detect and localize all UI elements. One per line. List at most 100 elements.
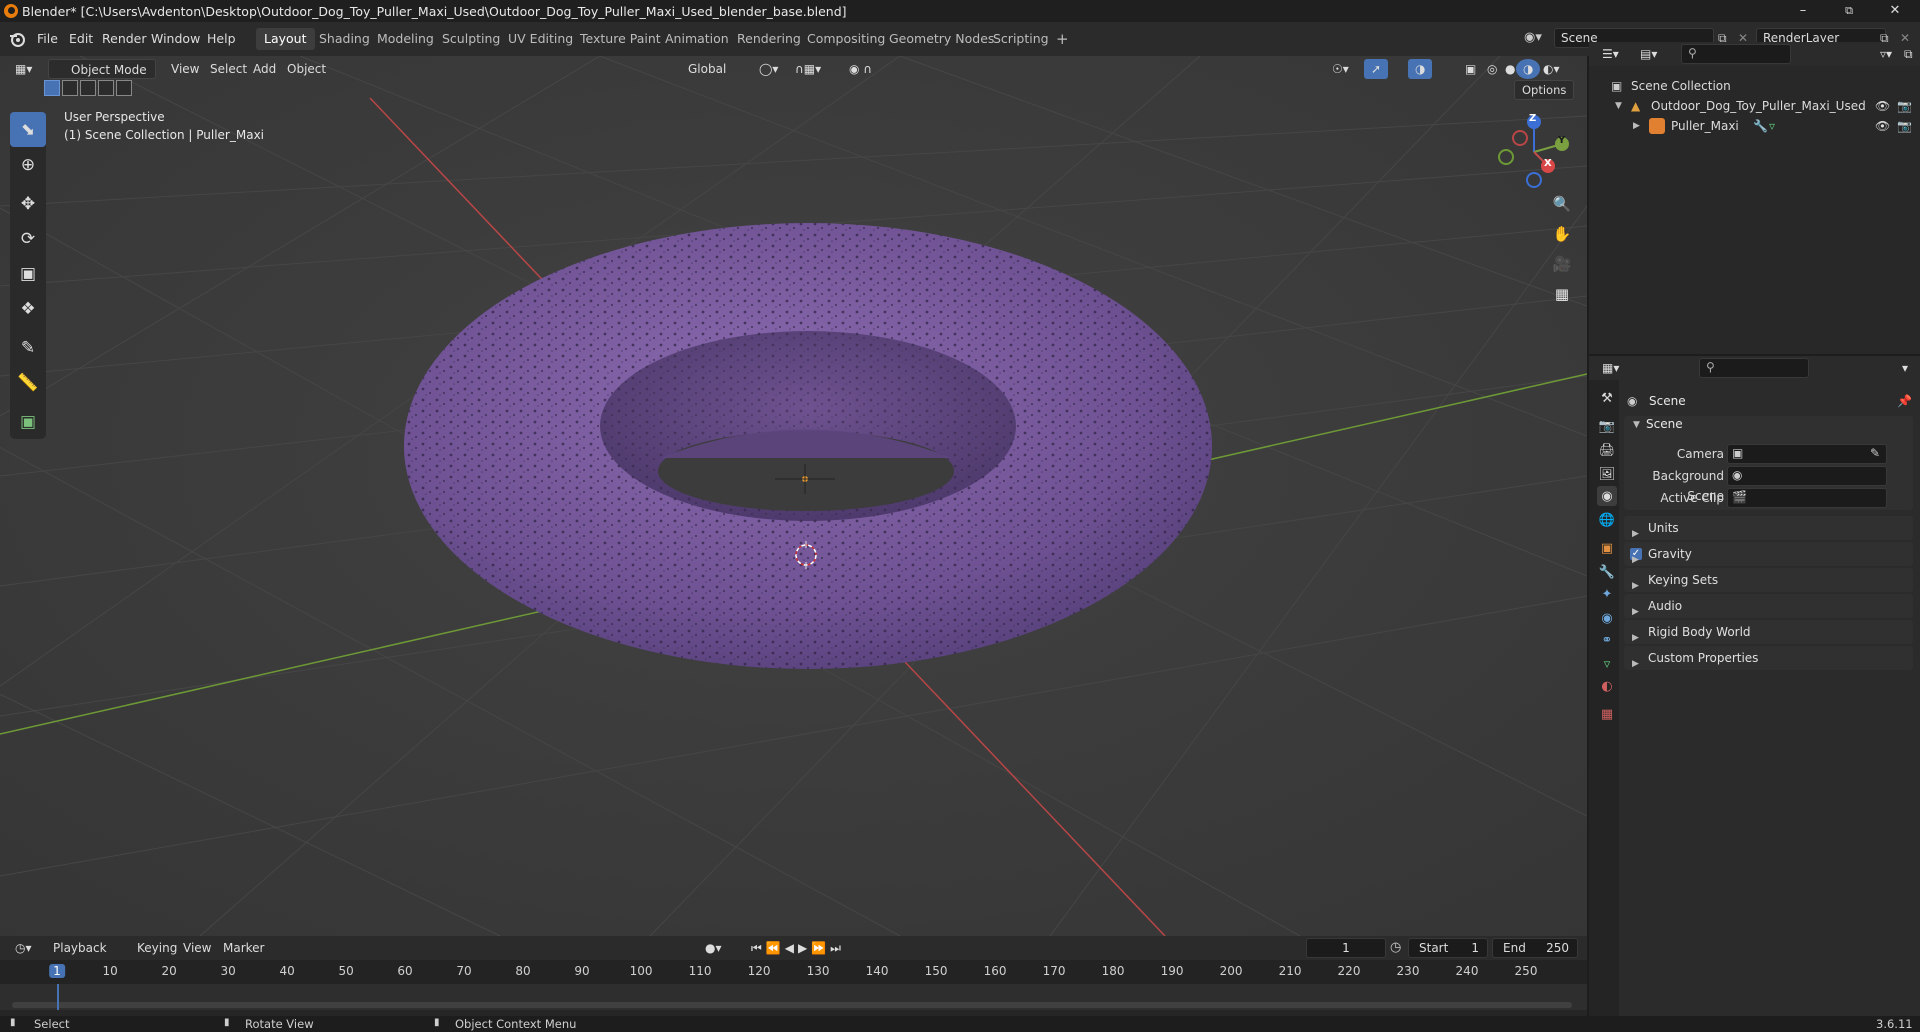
visibility-eye-icon[interactable]: 👁 (1875, 96, 1890, 116)
outliner-row-collection[interactable]: ▼ ▲ Outdoor_Dog_Toy_Puller_Maxi_Used 👁 📷 (1589, 96, 1920, 116)
options-dropdown[interactable]: Options (1514, 80, 1575, 100)
maximize-button[interactable]: ⧉ (1826, 0, 1872, 22)
select-new-icon[interactable] (44, 80, 60, 96)
tab-sculpting[interactable]: Sculpting (434, 28, 508, 50)
tab-animation[interactable]: Animation (657, 28, 737, 50)
modifier-tab-icon[interactable]: 🔧 (1597, 562, 1617, 582)
gizmo-toggle-icon[interactable]: ➚ (1364, 59, 1389, 79)
menu-view[interactable]: View (164, 59, 206, 79)
annotate-tool-icon[interactable]: ✎ (10, 330, 46, 365)
editor-type-icon[interactable]: ▦▾ (8, 59, 39, 79)
menu-marker[interactable]: Marker (216, 938, 271, 958)
transform-tool-icon[interactable]: ❖ (10, 291, 46, 326)
select-difference-icon[interactable] (116, 80, 132, 96)
expand-arrow-icon[interactable]: ▶ (1633, 116, 1640, 136)
gravity-panel[interactable]: ✓ Gravity (1624, 542, 1913, 566)
pin-icon[interactable]: 📌 (1897, 394, 1912, 408)
object-tab-icon[interactable]: ▣ (1597, 538, 1617, 558)
object-visibility-eye-icon[interactable]: 👁 (1875, 116, 1890, 136)
tab-scripting[interactable]: Scripting (985, 28, 1057, 50)
menu-object[interactable]: Object (280, 59, 333, 79)
close-button[interactable]: ✕ (1872, 0, 1918, 22)
playback-controls[interactable]: ⏮⏪◀▶⏩⏭ (744, 938, 852, 958)
units-panel[interactable]: Units (1624, 516, 1913, 540)
add-workspace-button[interactable]: + (1048, 28, 1077, 50)
scene-panel-arrow-icon[interactable]: ▼ (1633, 420, 1640, 430)
scale-tool-icon[interactable]: ▣ (10, 256, 46, 291)
tab-shading[interactable]: Shading (311, 28, 378, 50)
world-tab-icon[interactable]: 🌐 (1597, 510, 1617, 530)
output-tab-icon[interactable]: 🖨 (1597, 440, 1617, 460)
tab-layout[interactable]: Layout (256, 28, 315, 50)
keying-sets-panel[interactable]: Keying Sets (1624, 568, 1913, 592)
select-box-icon[interactable]: ⬊ (10, 112, 46, 147)
tab-compositing[interactable]: Compositing (799, 28, 893, 50)
move-tool-icon[interactable]: ✥ (10, 186, 46, 221)
tab-uv-editing[interactable]: UV Editing (500, 28, 581, 50)
view-layer-tab-icon[interactable]: 🖼 (1597, 464, 1617, 484)
snap-icon[interactable]: ∩▦▾ (788, 59, 828, 79)
end-frame-field[interactable]: End 250 (1492, 938, 1578, 958)
orientation-selector[interactable]: Global (668, 59, 733, 79)
properties-editor-type-icon[interactable]: ▦▾ (1595, 358, 1626, 378)
frame-ruler[interactable]: 1 10 20 30 40 50 60 70 80 90 100 110 120 130 140 150 160… (0, 960, 1587, 984)
modifier-wrench-icon[interactable]: 🔧 (1753, 116, 1768, 136)
rendered-shading-icon[interactable]: ◐▾ (1536, 59, 1567, 79)
record-icon[interactable]: ●▾ (698, 938, 729, 958)
camera-view-icon[interactable]: 🎥 (1548, 250, 1576, 278)
overlay-toggle-icon[interactable]: ◑ (1408, 59, 1433, 79)
frame-clock-icon[interactable]: ◷ (1390, 940, 1401, 955)
pivot-icon[interactable]: ◯▾ (752, 59, 785, 79)
eyedropper-icon[interactable]: ✎ (1870, 446, 1880, 460)
pan-hand-icon[interactable]: ✋ (1548, 220, 1576, 248)
properties-search-input[interactable]: ⚲ (1699, 358, 1809, 378)
menu-playback[interactable]: Playback (46, 938, 114, 958)
outliner-editor-type-icon[interactable]: ☰▾ (1595, 44, 1626, 64)
start-frame-field[interactable]: Start 1 (1408, 938, 1488, 958)
visibility-icon[interactable]: ☉▾ (1325, 59, 1356, 79)
proportional-edit-icon[interactable]: ◉ ∩ (842, 59, 879, 79)
select-extend-icon[interactable] (62, 80, 78, 96)
rigid-body-world-panel[interactable]: Rigid Body World (1624, 620, 1913, 644)
active-clip-field[interactable]: 🎬 (1727, 488, 1887, 508)
outliner-row-scene-collection[interactable]: ▣ Scene Collection (1589, 76, 1920, 96)
tab-texture-paint[interactable]: Texture Paint (572, 28, 669, 50)
scene-tab-icon[interactable]: ◉ (1597, 486, 1617, 506)
filter-icon[interactable]: ▿▾ (1873, 44, 1899, 64)
mesh-data-tab-icon[interactable]: ▿ (1597, 654, 1617, 674)
rotate-tool-icon[interactable]: ⟳ (10, 221, 46, 256)
timeline-scrollbar[interactable] (12, 1002, 1572, 1008)
tool-tab-icon[interactable]: ⚒ (1597, 388, 1617, 408)
particles-tab-icon[interactable]: ✦ (1597, 584, 1617, 604)
menu-timeline-view[interactable]: View (176, 938, 218, 958)
menu-add[interactable]: Add (246, 59, 283, 79)
outliner-row-object[interactable]: ▶ Puller_Maxi 🔧 ▿ 👁 📷 (1589, 116, 1920, 136)
zoom-icon[interactable]: 🔍 (1548, 190, 1576, 218)
scene-panel-title[interactable]: Scene (1646, 417, 1683, 431)
torus-object[interactable] (404, 223, 1212, 669)
3d-viewport[interactable]: Z Y X ▦▾ Object Mode View Select Add Obj… (0, 56, 1587, 936)
material-tab-icon[interactable]: ◐ (1597, 676, 1617, 696)
current-frame-field[interactable]: 1 (1306, 938, 1386, 958)
properties-options-icon[interactable]: ▾ (1895, 358, 1915, 378)
add-cube-tool-icon[interactable]: ▣ (10, 404, 46, 439)
object-render-camera-icon[interactable]: 📷 (1897, 116, 1912, 136)
texture-tab-icon[interactable]: ▦ (1597, 704, 1617, 724)
blender-menu-icon[interactable] (8, 30, 26, 48)
select-intersect-icon[interactable] (98, 80, 114, 96)
render-tab-icon[interactable]: 📷 (1597, 416, 1617, 436)
mode-selector[interactable]: Object Mode (48, 59, 156, 79)
background-scene-field[interactable]: ◉ (1727, 466, 1887, 486)
tab-modeling[interactable]: Modeling (369, 28, 442, 50)
constraints-tab-icon[interactable]: ⚭ (1597, 630, 1617, 650)
mesh-data-icon[interactable]: ▿ (1769, 116, 1775, 136)
tab-rendering[interactable]: Rendering (729, 28, 809, 50)
cursor-tool-icon[interactable]: ⊕ (10, 147, 46, 182)
measure-tool-icon[interactable]: 📏 (10, 365, 46, 400)
render-camera-icon[interactable]: 📷 (1897, 96, 1912, 116)
collapse-arrow-icon[interactable]: ▼ (1615, 96, 1622, 116)
menu-window[interactable]: Window (144, 28, 207, 50)
outliner-search-input[interactable]: ⚲ (1681, 44, 1791, 64)
timeline-editor-type-icon[interactable]: ◷▾ (8, 938, 39, 958)
menu-file[interactable]: File (30, 28, 65, 50)
